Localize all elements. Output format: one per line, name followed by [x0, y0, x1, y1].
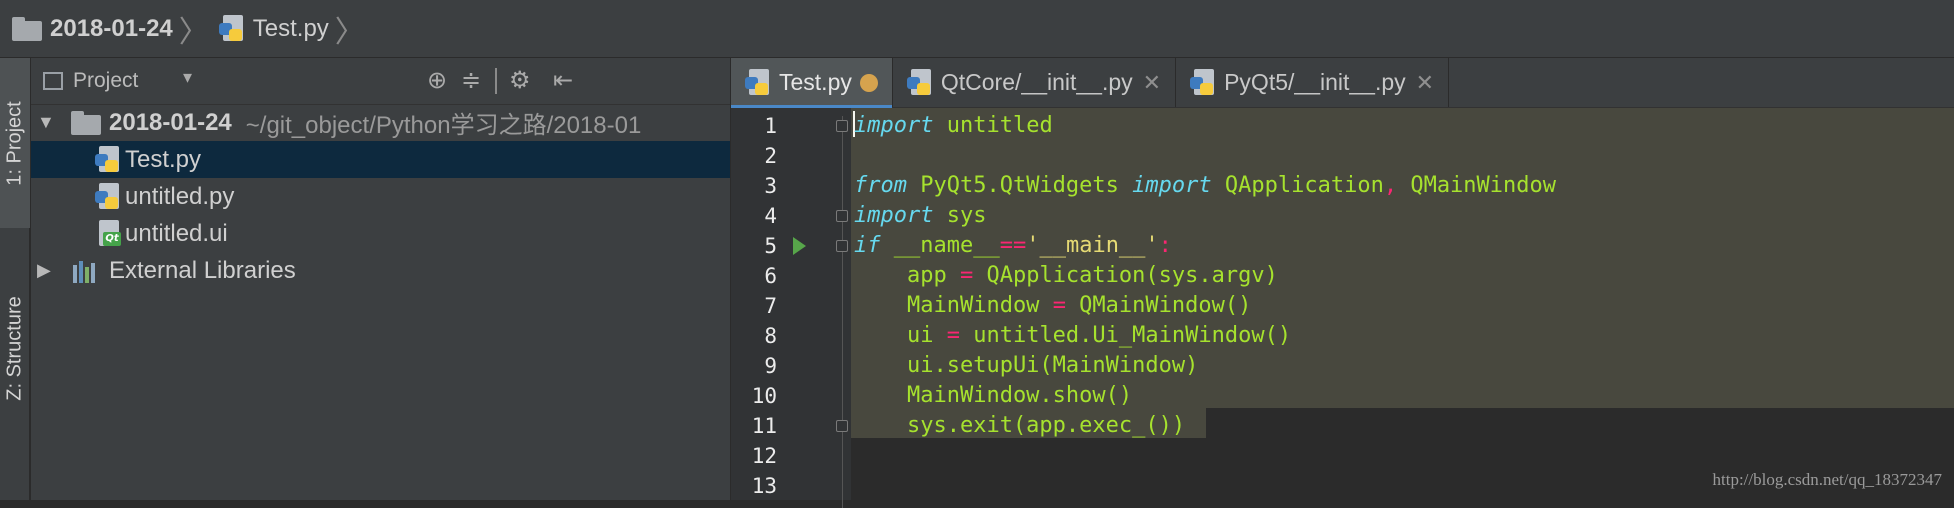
close-icon[interactable]: ✕ — [1416, 70, 1434, 96]
fold-marker-icon[interactable] — [836, 240, 848, 252]
line-number: 1 — [764, 114, 777, 138]
project-view-selector[interactable]: Project — [73, 69, 138, 93]
tree-file-untitled-ui[interactable]: Qt untitled.ui — [31, 215, 730, 252]
breadcrumb-file-label: Test.py — [252, 14, 329, 42]
breadcrumb-folder-label: 2018-01-24 — [50, 14, 173, 42]
project-panel-header: Project ▾ ⊕ ≑ ⚙ ⇤ — [31, 58, 730, 105]
watermark: http://blog.csdn.net/qq_18372347 — [1712, 470, 1943, 489]
tree-external-libraries-label: External Libraries — [109, 256, 296, 284]
breadcrumb-file[interactable]: Test.py — [218, 0, 329, 58]
tab-label: Test.py — [779, 69, 852, 95]
code-line: sys.exit(app.exec_()) — [854, 413, 1186, 438]
editor-gutter: 1 2 3 4 5 6 7 8 9 10 11 12 13 — [731, 108, 851, 508]
line-number: 7 — [764, 294, 777, 318]
line-number: 5 — [764, 234, 777, 258]
python-file-icon — [95, 182, 123, 211]
gear-icon[interactable]: ⚙ — [509, 66, 531, 95]
toolbar-divider — [495, 68, 497, 94]
breadcrumb-separator: 〉 — [178, 15, 209, 49]
tree-file-label: Test.py — [125, 145, 202, 173]
qt-ui-file-icon: Qt — [95, 219, 123, 248]
line-number: 12 — [751, 444, 777, 468]
line-number: 8 — [764, 324, 777, 348]
tab-test-py[interactable]: Test.py — [731, 58, 893, 108]
line-number: 2 — [764, 144, 777, 168]
tree-root-path: ~/git_object/Python学习之路/2018-01 — [245, 112, 642, 139]
python-file-icon — [218, 14, 247, 43]
python-file-icon — [906, 68, 935, 97]
fold-marker-icon[interactable] — [836, 210, 848, 222]
line-number: 6 — [764, 264, 777, 288]
tool-tab-project[interactable]: 1: Project — [0, 58, 30, 228]
fold-marker-icon[interactable] — [836, 420, 848, 432]
line-number: 10 — [751, 384, 777, 408]
tab-qtcore-init[interactable]: QtCore/__init__.py ✕ — [893, 58, 1177, 107]
expand-arrow-icon[interactable]: ▼ — [37, 112, 57, 133]
editor-tab-bar: Test.py QtCore/__init__.py ✕ PyQt5/__ini… — [731, 58, 1954, 108]
navigation-bar: 2018-01-24 〉 Test.py 〉 — [0, 0, 1954, 58]
code-line: import sys — [854, 203, 987, 228]
code-line: if __name__=='__main__': — [854, 233, 1172, 258]
tree-file-label: untitled.py — [125, 182, 235, 210]
close-icon[interactable]: ✕ — [1143, 70, 1161, 96]
libraries-icon — [73, 259, 101, 283]
tool-window-strip: 1: Project Z: Structure — [0, 58, 30, 500]
line-number: 11 — [751, 414, 777, 438]
tab-label: QtCore/__init__.py — [940, 69, 1133, 95]
tool-tab-structure-label: Z: Structure — [3, 295, 26, 401]
python-file-icon — [745, 68, 773, 97]
tool-tab-project-label: 1: Project — [3, 100, 26, 186]
fold-marker-icon[interactable] — [836, 120, 848, 132]
tree-file-test-py[interactable]: Test.py — [31, 141, 730, 178]
hide-panel-icon[interactable]: ⇤ — [553, 66, 573, 95]
breadcrumb-folder[interactable]: 2018-01-24 — [0, 0, 173, 58]
code-line: ui.setupUi(MainWindow) — [854, 353, 1199, 378]
code-line: import untitled — [854, 113, 1053, 138]
tree-external-libraries[interactable]: ▶ External Libraries — [31, 252, 730, 289]
tab-label: PyQt5/__init__.py — [1224, 69, 1406, 95]
project-view-icon — [43, 72, 63, 90]
tree-file-label: untitled.ui — [125, 219, 228, 247]
tab-pyqt5-init[interactable]: PyQt5/__init__.py ✕ — [1176, 58, 1450, 107]
code-line: MainWindow = QMainWindow() — [854, 293, 1252, 318]
folder-icon — [12, 16, 42, 41]
project-panel: Project ▾ ⊕ ≑ ⚙ ⇤ ▼ 2018-01-24 ~/git_obj… — [31, 58, 731, 500]
chevron-down-icon[interactable]: ▾ — [183, 67, 192, 88]
run-icon[interactable] — [793, 237, 806, 255]
code-line: MainWindow.show() — [854, 383, 1133, 408]
line-number: 13 — [751, 474, 777, 498]
code-line: ui = untitled.Ui_MainWindow() — [854, 323, 1292, 348]
modified-indicator-icon — [859, 73, 878, 92]
tree-root-name: 2018-01-24 — [109, 108, 232, 136]
code-line: app = QApplication(sys.argv) — [854, 263, 1278, 288]
line-number: 9 — [764, 354, 777, 378]
locate-file-icon[interactable]: ⊕ — [427, 66, 447, 95]
code-editor[interactable]: import untitled from PyQt5.QtWidgets imp… — [851, 108, 1954, 500]
folder-icon — [71, 110, 101, 135]
line-number: 4 — [764, 204, 777, 228]
code-line: from PyQt5.QtWidgets import QApplication… — [854, 173, 1557, 198]
python-file-icon — [95, 145, 123, 174]
breadcrumb-separator: 〉 — [334, 15, 365, 49]
tool-tab-structure[interactable]: Z: Structure — [0, 248, 30, 448]
fold-guide — [842, 116, 843, 508]
collapse-all-icon[interactable]: ≑ — [461, 66, 481, 95]
tree-file-untitled-py[interactable]: untitled.py — [31, 178, 730, 215]
python-file-icon — [1190, 68, 1218, 97]
expand-arrow-icon[interactable]: ▶ — [37, 260, 57, 281]
line-number: 3 — [764, 174, 777, 198]
tree-root-folder[interactable]: ▼ 2018-01-24 ~/git_object/Python学习之路/201… — [31, 104, 730, 141]
